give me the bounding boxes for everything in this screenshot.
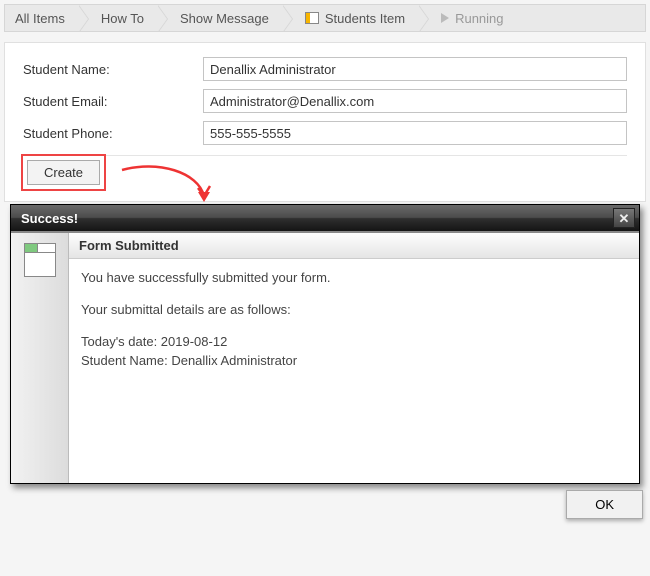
breadcrumb-item-running: Running (419, 5, 517, 31)
dialog-footer: OK (566, 490, 643, 519)
dialog-title-text: Success! (21, 211, 78, 226)
input-student-name[interactable] (203, 57, 627, 81)
row-student-email: Student Email: (23, 89, 627, 113)
dialog-sidebar (11, 233, 69, 483)
breadcrumb-label: All Items (15, 11, 65, 26)
ok-button[interactable]: OK (566, 490, 643, 519)
label-student-email: Student Email: (23, 94, 203, 109)
breadcrumb-item-howto[interactable]: How To (79, 5, 158, 31)
dialog-text: You have successfully submitted your for… (69, 259, 639, 380)
input-student-phone[interactable] (203, 121, 627, 145)
row-student-name: Student Name: (23, 57, 627, 81)
dialog-titlebar: Success! ✕ (11, 205, 639, 231)
breadcrumb-label: How To (101, 11, 144, 26)
close-icon: ✕ (619, 212, 630, 225)
highlight-frame: Create (21, 154, 106, 191)
students-item-icon (305, 12, 319, 24)
close-button[interactable]: ✕ (613, 208, 635, 228)
dialog-line4: Student Name: Denallix Administrator (81, 352, 627, 370)
running-icon (441, 13, 449, 23)
dialog-line3: Today's date: 2019-08-12 (81, 333, 627, 351)
success-dialog: Success! ✕ Form Submitted You have succe… (10, 204, 640, 484)
dialog-body: Form Submitted You have successfully sub… (11, 231, 639, 483)
label-student-name: Student Name: (23, 62, 203, 77)
label-student-phone: Student Phone: (23, 126, 203, 141)
create-area: Create (23, 155, 627, 201)
breadcrumb-label: Students Item (325, 11, 405, 26)
breadcrumb-label: Running (455, 11, 503, 26)
breadcrumb-label: Show Message (180, 11, 269, 26)
create-button[interactable]: Create (27, 160, 100, 185)
input-student-email[interactable] (203, 89, 627, 113)
breadcrumb-item-all[interactable]: All Items (5, 5, 79, 31)
form-icon (24, 243, 56, 277)
breadcrumb-item-showmessage[interactable]: Show Message (158, 5, 283, 31)
breadcrumb: All Items How To Show Message Students I… (4, 4, 646, 32)
student-form: Student Name: Student Email: Student Pho… (4, 42, 646, 202)
dialog-line1: You have successfully submitted your for… (81, 269, 627, 287)
dialog-line2: Your submittal details are as follows: (81, 301, 627, 319)
breadcrumb-item-students[interactable]: Students Item (283, 5, 419, 31)
annotation-arrow-icon (118, 162, 218, 206)
row-student-phone: Student Phone: (23, 121, 627, 145)
dialog-main: Form Submitted You have successfully sub… (69, 233, 639, 483)
dialog-subtitle: Form Submitted (69, 233, 639, 259)
